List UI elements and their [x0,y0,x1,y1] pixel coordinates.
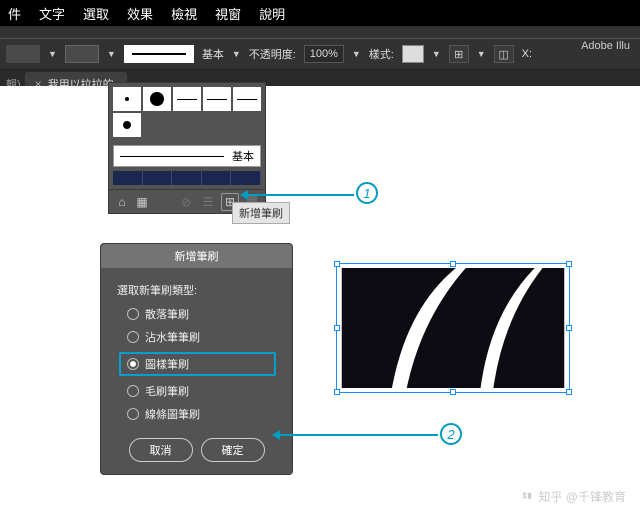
radio-icon [127,385,139,397]
texture-brush-row[interactable] [113,171,261,185]
brush-swatches [109,83,265,141]
transform-button[interactable]: ◫ [494,45,514,63]
menubar: 件 文字 選取 效果 檢視 視窗 說明 [0,0,640,26]
callout-badge: 2 [440,423,462,445]
dropdown-icon[interactable]: ▼ [107,49,116,59]
menu-item[interactable]: 選取 [83,4,109,23]
menu-item[interactable]: 說明 [259,4,285,23]
basic-brush-row[interactable]: 基本 [113,145,261,167]
fill-swatch[interactable] [6,45,40,63]
library-icon[interactable]: ⌂ [113,193,131,211]
radio-pattern-brush[interactable]: 圖樣筆刷 [119,352,276,376]
remove-stroke-icon[interactable]: ⊘ [177,193,195,211]
style-swatch[interactable] [402,45,424,63]
brush-swatch[interactable] [233,87,261,111]
selection-handle[interactable] [334,261,340,267]
zhihu-icon [520,490,534,504]
control-toolbar: ▼ ▼ 基本 ▼ 不透明度: 100% ▼ 樣式: ▼ ⊞ ▼ ◫ X: [0,38,640,70]
brush-preview[interactable] [124,45,194,63]
callout-line [246,194,354,196]
dialog-title: 新增筆刷 [101,244,292,268]
selection-handle[interactable] [566,261,572,267]
selection-handle[interactable] [334,389,340,395]
options-icon[interactable]: ☰ [199,193,217,211]
selection-handle[interactable] [566,325,572,331]
style-label: 樣式: [369,46,394,62]
dropdown-icon[interactable]: ▼ [48,49,57,59]
selection-handle[interactable] [450,261,456,267]
brush-swatch[interactable] [113,87,141,111]
opacity-field[interactable]: 100% [304,45,344,63]
radio-icon [127,308,139,320]
menu-item[interactable]: 件 [8,4,21,23]
radio-calligraphic-brush[interactable]: 沾水筆筆刷 [127,329,276,345]
opacity-label: 不透明度: [249,46,296,62]
dialog-prompt: 選取新筆刷類型: [117,282,276,298]
x-label: X: [522,48,532,60]
callout-badge: 1 [356,182,378,204]
brush-swatch[interactable] [203,87,231,111]
selection-handle[interactable] [450,389,456,395]
radio-bristle-brush[interactable]: 毛刷筆刷 [127,383,276,399]
brush-swatch[interactable] [113,113,141,137]
selection-handle[interactable] [566,389,572,395]
menu-item[interactable]: 文字 [39,4,65,23]
cancel-button[interactable]: 取消 [129,438,193,462]
app-name: Adobe Illu [581,40,630,52]
new-brush-dialog: 新增筆刷 選取新筆刷類型: 散落筆刷 沾水筆筆刷 圖樣筆刷 毛刷筆刷 線條圖筆刷… [100,243,293,475]
watermark: 知乎 @千锋教育 [520,488,626,505]
tooltip: 新增筆刷 [232,202,290,224]
radio-art-brush[interactable]: 線條圖筆刷 [127,406,276,422]
stroke-swatch[interactable] [65,45,99,63]
dropdown-icon[interactable]: ▼ [477,49,486,59]
menu-item[interactable]: 檢視 [171,4,197,23]
artwork-shape [337,264,569,392]
callout-line [278,434,438,436]
radio-scatter-brush[interactable]: 散落筆刷 [127,306,276,322]
dropdown-icon[interactable]: ▼ [432,49,441,59]
radio-icon [127,358,139,370]
selected-artwork[interactable] [336,263,570,393]
selection-handle[interactable] [334,325,340,331]
menu-item[interactable]: 效果 [127,4,153,23]
dropdown-icon[interactable]: ▼ [352,49,361,59]
align-button[interactable]: ⊞ [449,45,469,63]
brush-preset-label: 基本 [202,46,224,62]
ok-button[interactable]: 確定 [201,438,265,462]
brush-swatch[interactable] [173,87,201,111]
menu-item[interactable]: 視窗 [215,4,241,23]
brush-swatch[interactable] [143,87,171,111]
arrow-icon [240,190,248,200]
libraries-icon[interactable]: ▦ [133,193,151,211]
dropdown-icon[interactable]: ▼ [232,49,241,59]
arrow-icon [272,430,280,440]
brush-type-radios: 散落筆刷 沾水筆筆刷 圖樣筆刷 毛刷筆刷 線條圖筆刷 [117,306,276,422]
radio-icon [127,408,139,420]
basic-brush-label: 基本 [232,148,254,164]
radio-icon [127,331,139,343]
